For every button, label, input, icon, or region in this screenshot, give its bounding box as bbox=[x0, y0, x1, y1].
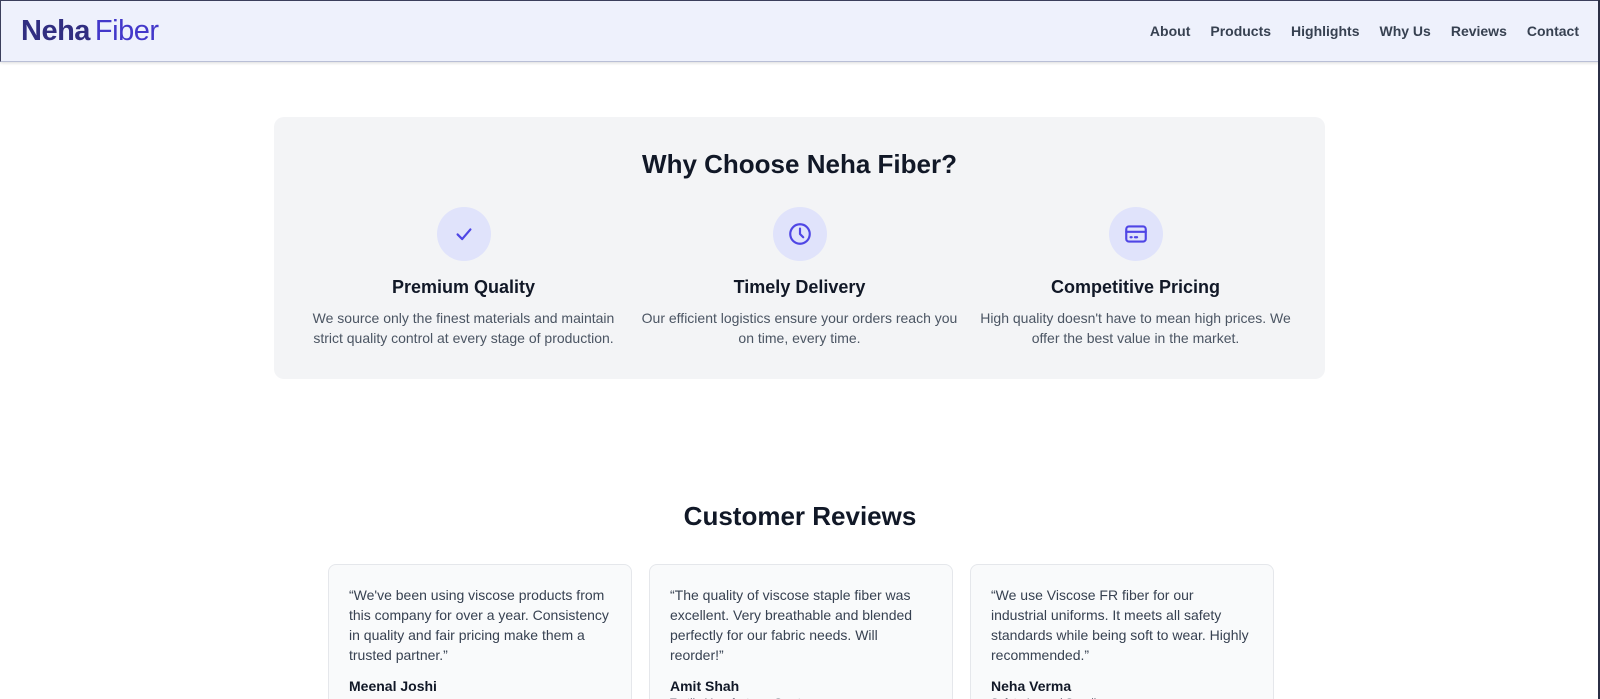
feature-timely-delivery: Timely Delivery Our efficient logistics … bbox=[637, 207, 962, 348]
review-quote: “We've been using viscose products from … bbox=[349, 587, 609, 663]
feature-description: Our efficient logistics ensure your orde… bbox=[641, 310, 958, 346]
reviewer-name: Meenal Joshi bbox=[349, 678, 437, 694]
reviewer-name: Amit Shah bbox=[670, 678, 740, 694]
review-quote: “The quality of viscose staple fiber was… bbox=[670, 587, 913, 663]
feature-title: Competitive Pricing bbox=[1050, 277, 1221, 297]
nav-link-highlights[interactable]: Highlights bbox=[1291, 23, 1359, 39]
reviews-title: Customer Reviews bbox=[683, 501, 917, 531]
brand-logo[interactable]: Neha Fiber bbox=[21, 15, 159, 48]
feature-premium-quality: Premium Quality We source only the fines… bbox=[301, 207, 626, 348]
nav-link-why-us[interactable]: Why Us bbox=[1379, 23, 1430, 39]
feature-description: We source only the finest materials and … bbox=[312, 310, 615, 346]
why-us-section: Why Choose Neha Fiber? Premium Quality W… bbox=[274, 117, 1325, 379]
feature-title: Premium Quality bbox=[391, 277, 536, 297]
features-row: Premium Quality We source only the fines… bbox=[274, 207, 1325, 348]
navbar: Neha Fiber About Products Highlights Why… bbox=[0, 0, 1600, 62]
feature-description: High quality doesn't have to mean high p… bbox=[980, 310, 1291, 346]
why-us-title: Why Choose Neha Fiber? bbox=[642, 149, 957, 179]
reviewer-name: Neha Verma bbox=[991, 678, 1072, 694]
nav-link-contact[interactable]: Contact bbox=[1527, 23, 1579, 39]
reviews-list: “We've been using viscose products from … bbox=[328, 564, 1274, 699]
nav-links: About Products Highlights Why Us Reviews… bbox=[1150, 23, 1579, 39]
brand-name-light: Fiber bbox=[94, 14, 159, 47]
brand-name-strong: Neha bbox=[21, 14, 90, 47]
feature-title: Timely Delivery bbox=[733, 277, 866, 297]
review-card: “We use Viscose FR fiber for our industr… bbox=[970, 564, 1274, 699]
credit-card-icon bbox=[1108, 207, 1163, 261]
nav-link-reviews[interactable]: Reviews bbox=[1451, 23, 1507, 39]
review-card: “We've been using viscose products from … bbox=[328, 564, 632, 699]
nav-link-products[interactable]: Products bbox=[1210, 23, 1271, 39]
review-quote: “We use Viscose FR fiber for our industr… bbox=[991, 587, 1249, 663]
review-card: “The quality of viscose staple fiber was… bbox=[649, 564, 953, 699]
nav-link-about[interactable]: About bbox=[1150, 23, 1190, 39]
check-icon bbox=[436, 207, 491, 261]
clock-icon bbox=[772, 207, 827, 261]
feature-competitive-pricing: Competitive Pricing High quality doesn't… bbox=[973, 207, 1298, 348]
